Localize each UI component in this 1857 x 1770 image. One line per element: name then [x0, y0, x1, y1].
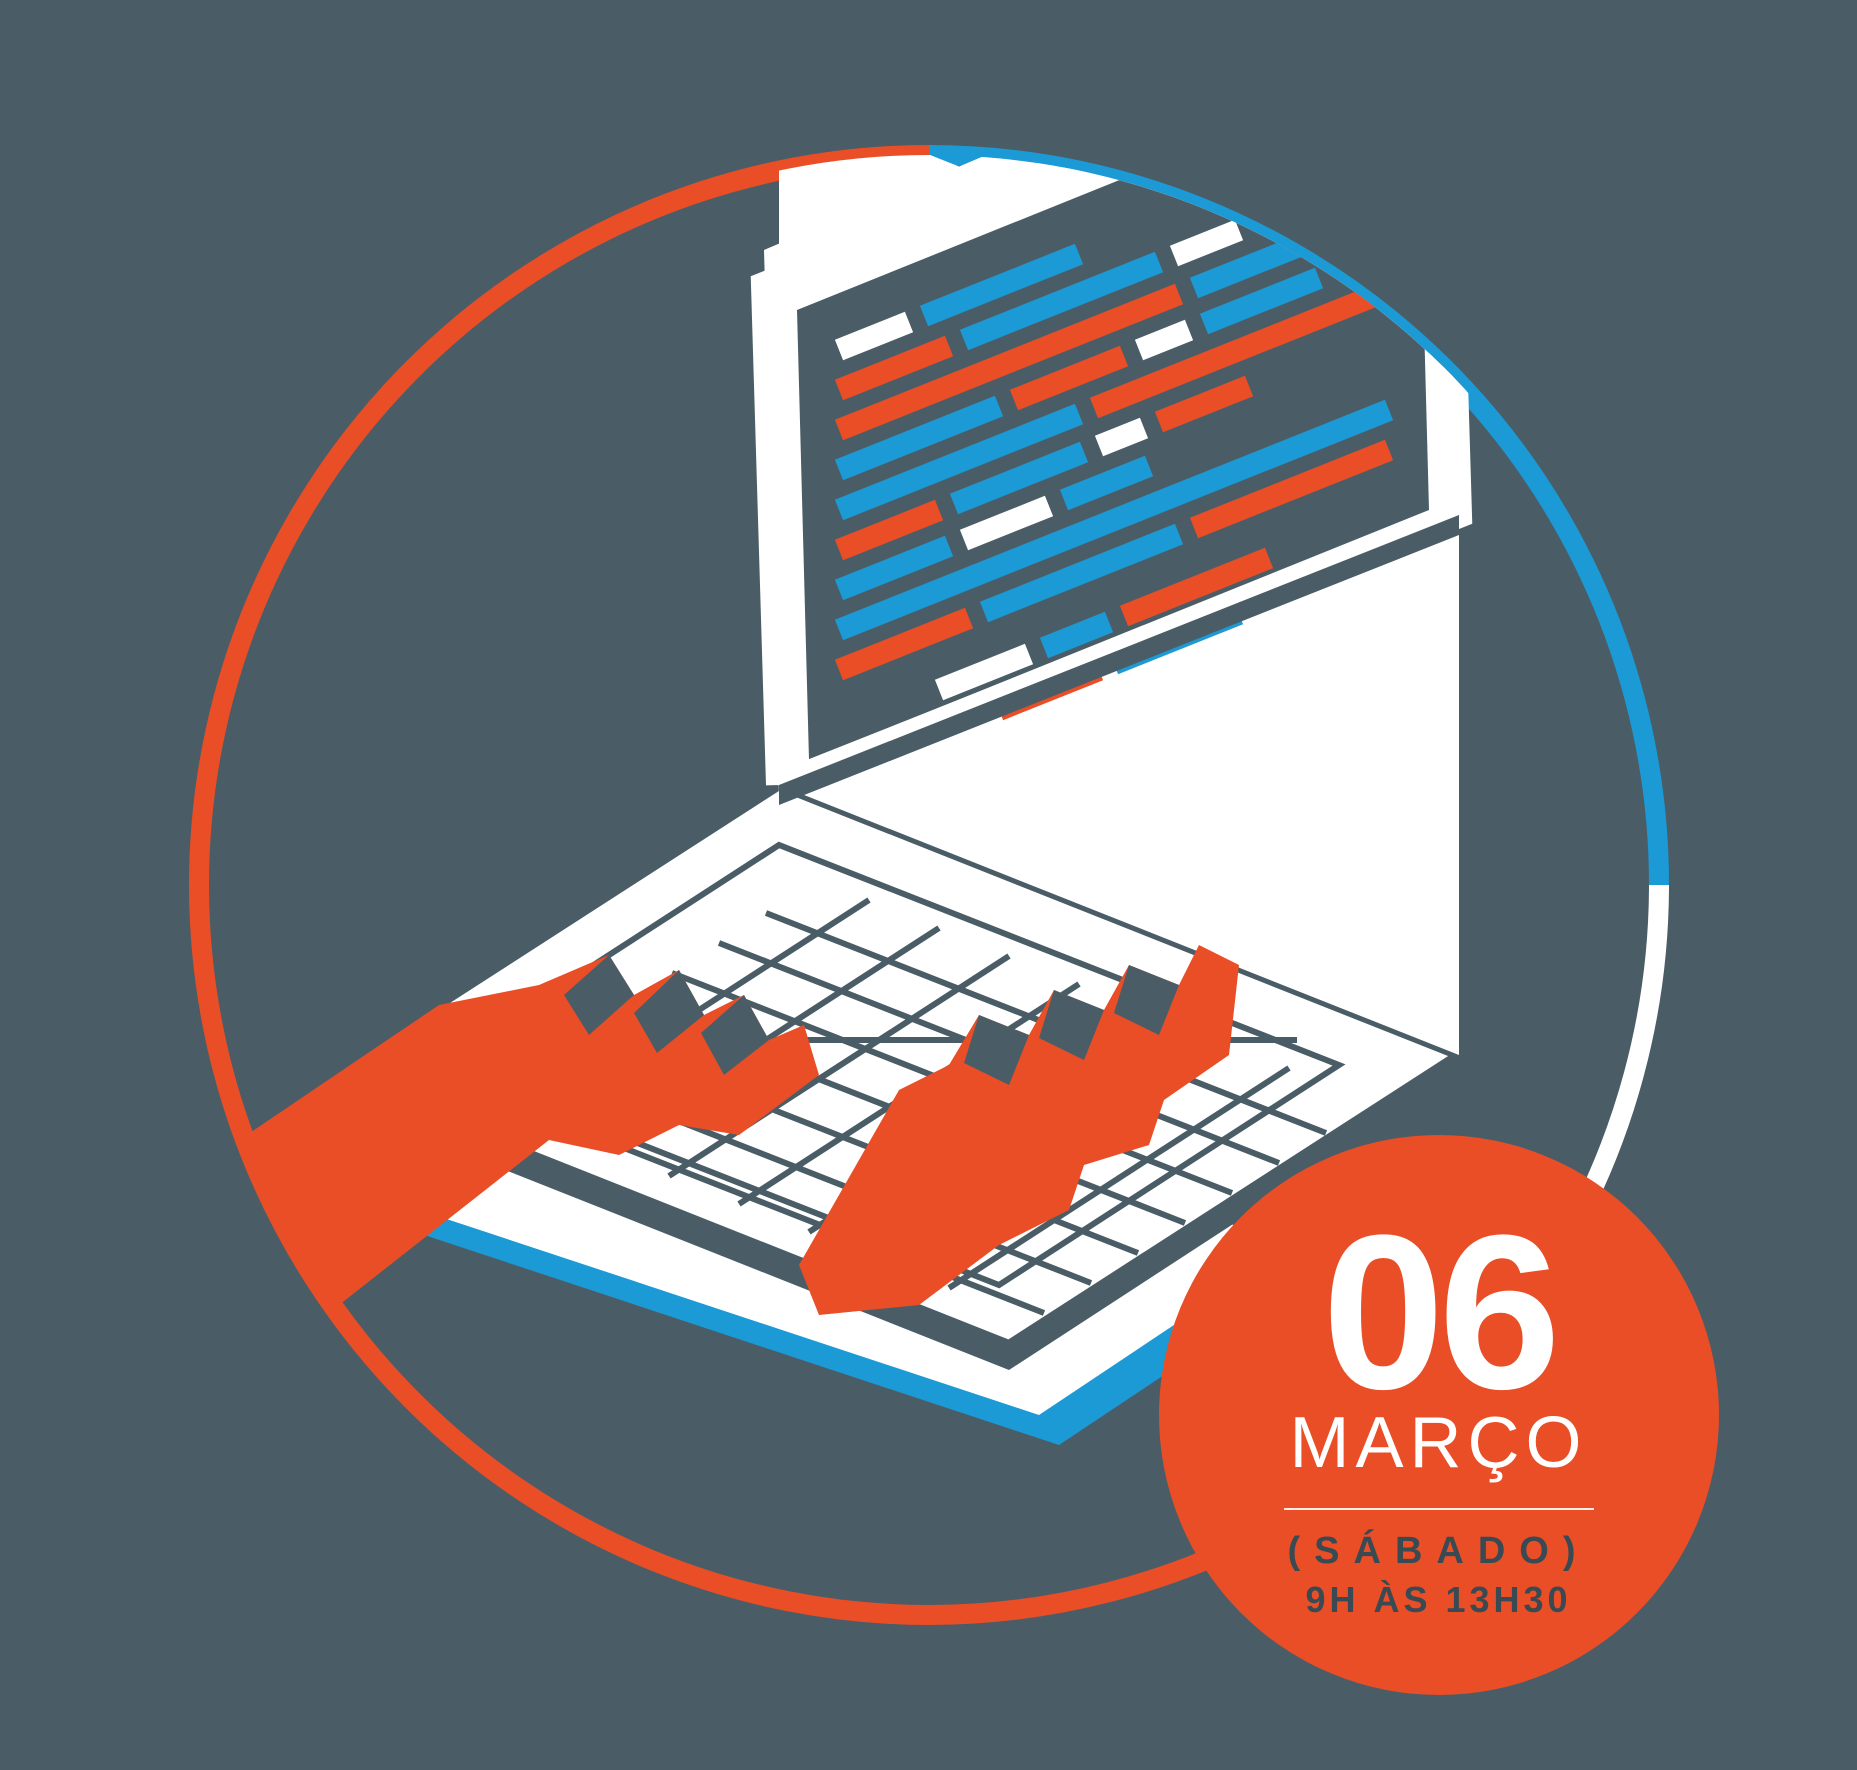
event-date-badge: 06 MARÇO (SÁBADO) 9H ÀS 13H30: [1159, 1135, 1719, 1695]
event-day: 06: [1322, 1219, 1555, 1406]
event-graphic: 06 MARÇO (SÁBADO) 9H ÀS 13H30: [179, 135, 1679, 1635]
badge-divider: [1284, 1508, 1594, 1510]
event-month: MARÇO: [1290, 1402, 1588, 1484]
event-hours: 9H ÀS 13H30: [1305, 1579, 1571, 1621]
event-weekday: (SÁBADO): [1288, 1530, 1590, 1573]
